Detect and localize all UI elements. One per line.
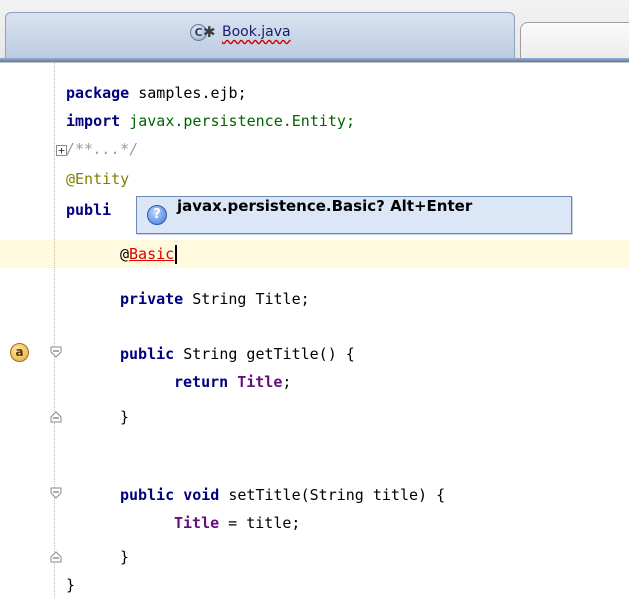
code-line-comment: /**...*/ — [66, 135, 138, 163]
code-line-package: package samples.ejb; — [66, 79, 247, 107]
tab-bar-divider — [0, 58, 629, 62]
modified-marker-icon: ✱ — [203, 23, 216, 41]
code-text: } — [66, 576, 76, 594]
field-ref: Title — [174, 514, 220, 532]
code-text: String Title; — [183, 290, 310, 308]
field-ref: Title — [237, 373, 283, 391]
code-line-class-decl: publi — [66, 196, 111, 224]
keyword: void — [183, 486, 220, 504]
collapsed-comment[interactable]: /**...*/ — [66, 140, 138, 158]
code-line-getter-decl: public String getTitle() { — [120, 340, 355, 368]
code-line-return: return Title; — [174, 368, 291, 396]
code-line-assign: Title = title; — [174, 509, 300, 537]
unresolved-annotation[interactable]: Basic — [129, 245, 174, 263]
code-text: } — [120, 548, 130, 566]
fold-end-icon[interactable] — [50, 411, 62, 423]
tab-label[interactable]: Book.java — [222, 24, 291, 40]
code-text: } — [120, 408, 130, 426]
implements-annotation-icon[interactable]: a — [10, 343, 29, 362]
tab-inactive[interactable] — [520, 22, 629, 58]
code-line-field: private String Title; — [120, 285, 310, 313]
hint-text[interactable]: javax.persistence.Basic? Alt+Enter — [177, 197, 472, 233]
code-line-entity-annotation: @Entity — [66, 165, 129, 193]
code-text: ; — [282, 373, 292, 391]
current-line-highlight — [0, 240, 629, 268]
keyword: publi — [66, 201, 112, 219]
collapse-fold-icon[interactable] — [50, 346, 62, 358]
code-text: setTitle(String title) { — [219, 486, 446, 504]
import-hint-popup[interactable]: ? javax.persistence.Basic? Alt+Enter — [136, 196, 572, 234]
code-text: String getTitle() { — [174, 345, 355, 363]
code-line-import: import javax.persistence.Entity; — [66, 107, 355, 135]
gutter-divider — [54, 63, 55, 598]
collapse-fold-icon[interactable] — [50, 487, 62, 499]
text-caret — [175, 245, 178, 264]
fold-end-icon[interactable] — [50, 551, 62, 563]
annotation-at: @ — [120, 245, 130, 263]
code-line-close-brace: } — [120, 403, 129, 431]
code-line-basic-annotation: @Basic — [120, 240, 178, 268]
annotation-text: @Entity — [66, 170, 130, 188]
keyword: public — [120, 486, 175, 504]
keyword: import — [66, 112, 121, 130]
code-text: = title; — [219, 514, 301, 532]
editor-tab-bar: C ✱ Book.java — [0, 0, 629, 63]
code-line-close-brace: } — [120, 543, 129, 571]
code-line-class-close: } — [66, 571, 75, 599]
keyword: return — [174, 373, 229, 391]
code-editor[interactable]: package samples.ejb; import javax.persis… — [0, 63, 629, 598]
code-text: samples.ejb; — [129, 84, 247, 102]
keyword: public — [120, 345, 175, 363]
code-text: javax.persistence.Entity; — [120, 112, 355, 130]
question-icon: ? — [147, 205, 167, 225]
code-line-setter-decl: public void setTitle(String title) { — [120, 481, 445, 509]
keyword: private — [120, 290, 184, 308]
keyword: package — [66, 84, 130, 102]
